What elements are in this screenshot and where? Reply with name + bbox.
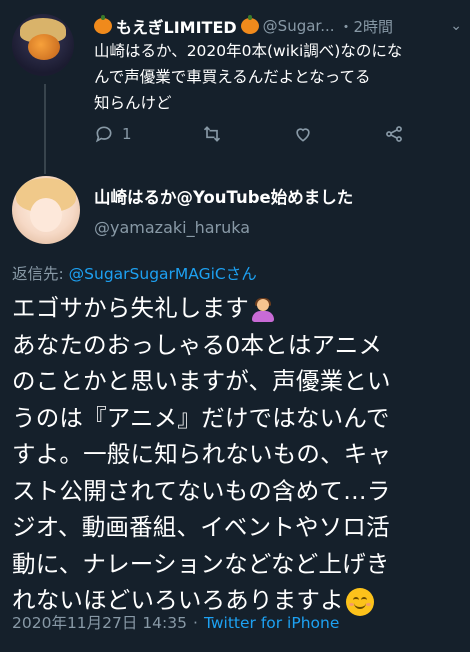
person-emoji-icon: [251, 297, 275, 322]
tweet-meta: 2020年11月27日 14:35 · Twitter for iPhone: [12, 611, 339, 633]
user-handle[interactable]: @Sugar...: [263, 17, 335, 35]
tweet-text-line: ジオ、動画番組、イベントやソロ活: [12, 513, 390, 541]
tweet-text-line: エゴサから失礼します: [12, 290, 464, 327]
smiling-face-emoji-icon: [345, 587, 374, 616]
like-button[interactable]: [293, 124, 313, 144]
share-icon: [386, 126, 402, 142]
avatar[interactable]: [12, 14, 74, 76]
tweet-text-line: スト公開されてないもの含めて…ラ: [12, 476, 391, 505]
reply-button[interactable]: 1: [94, 124, 132, 144]
tweet-text-line: うのは『アニメ』だけではないんで: [12, 403, 390, 432]
tweet-timestamp[interactable]: 2020年11月27日 14:35: [12, 614, 187, 632]
tweet-source-link[interactable]: Twitter for iPhone: [204, 614, 339, 632]
tweet-text-line: んで声優業で車買えるんだよとなってる: [94, 68, 371, 86]
display-name[interactable]: 山崎はるか@YouTube始めました: [94, 184, 353, 208]
tweet-text-line: 知らんけど: [94, 94, 172, 112]
tweet-text: エゴサから失礼します あなたのおっしゃる0本とはアニメ のことかと思いますが、声…: [12, 290, 464, 619]
avatar[interactable]: [12, 176, 80, 244]
tweet-parent[interactable]: もえぎLIMITED @Sugar... ・2時間 ⌄ 山崎はるか、2020年0…: [0, 0, 470, 170]
tweet-time[interactable]: ・2時間: [339, 16, 394, 37]
reply-count: 1: [122, 125, 132, 143]
retweet-button[interactable]: [202, 124, 222, 144]
tweet-text-line: すよ。一般に知られないもの、キャ: [12, 440, 392, 468]
meta-separator: ·: [193, 614, 198, 632]
tweet-text: 山崎はるか、2020年0本(wiki調べ)なのにな んで声優業で車買えるんだよと…: [94, 38, 460, 116]
display-name[interactable]: もえぎLIMITED: [116, 14, 237, 38]
tweet-header: もえぎLIMITED @Sugar... ・2時間 ⌄: [94, 14, 462, 38]
replying-to: 返信先: @SugarSugarMAGiCさん: [12, 262, 257, 284]
retweet-icon: [204, 126, 221, 142]
reply-icon: [95, 126, 112, 143]
like-icon: [296, 128, 310, 142]
tweet-text-line: 山崎はるか、2020年0本(wiki調べ)なのにな: [94, 42, 403, 60]
tweet-text-line: のことかと思いますが、声優業とい: [12, 367, 391, 395]
tweet-actions: 1: [94, 124, 404, 144]
jack-o-lantern-icon: [240, 15, 259, 34]
user-handle[interactable]: @yamazaki_haruka: [94, 218, 250, 237]
tweet-text-line: 動に、ナレーションなどなど上げき: [12, 549, 390, 578]
jack-o-lantern-icon: [94, 15, 112, 34]
share-button[interactable]: [384, 124, 404, 144]
replying-to-link[interactable]: @SugarSugarMAGiCさん: [69, 265, 257, 283]
chevron-down-icon[interactable]: ⌄: [450, 18, 462, 34]
tweet-text-line: あなたのおっしゃる0本とはアニメ: [12, 330, 383, 359]
replying-to-label: 返信先:: [12, 265, 69, 283]
